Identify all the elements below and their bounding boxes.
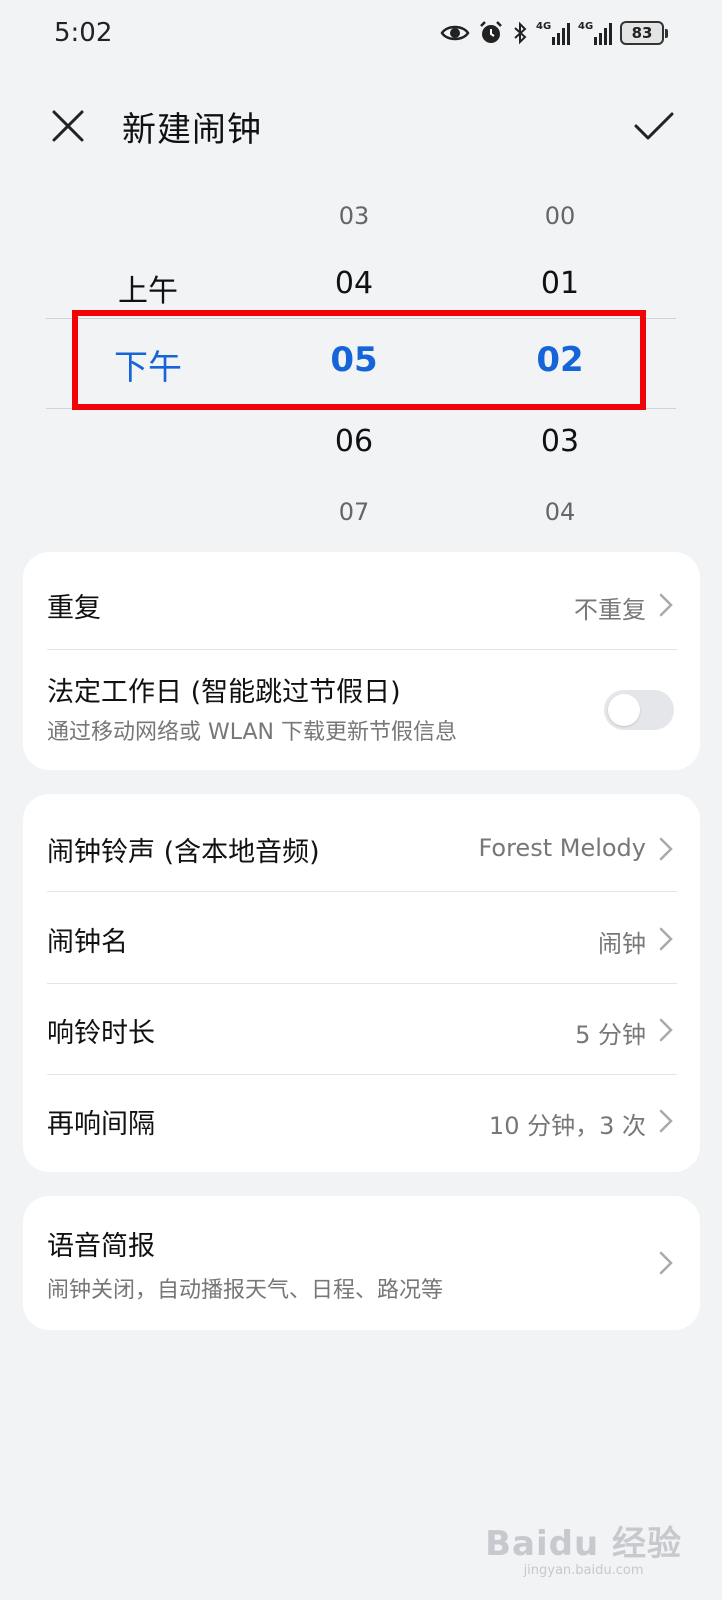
- ringtone-row[interactable]: 闹钟铃声 (含本地音频) Forest Melody: [23, 794, 700, 892]
- ringtone-label: 闹钟铃声 (含本地音频): [47, 837, 320, 868]
- repeat-settings-card: 重复 不重复 法定工作日 (智能跳过节假日) 通过移动网络或 WLAN 下载更新…: [23, 552, 700, 770]
- alarm-name-label: 闹钟名: [47, 927, 128, 958]
- alarm-details-card: 闹钟铃声 (含本地音频) Forest Melody 闹钟名 闹钟 响铃时长 5…: [23, 794, 700, 1172]
- chevron-right-icon: [659, 1109, 673, 1133]
- snooze-label: 再响间隔: [47, 1109, 155, 1140]
- baidu-watermark: Baidu 经验 jingyan.baidu.com: [485, 1516, 682, 1578]
- workday-label: 法定工作日 (智能跳过节假日): [47, 677, 401, 708]
- repeat-label: 重复: [47, 593, 101, 624]
- minute-option[interactable]: 03: [541, 424, 579, 459]
- chevron-right-icon: [659, 927, 673, 951]
- header: 新建闹钟: [0, 90, 722, 160]
- toggle-knob: [608, 694, 640, 726]
- chevron-right-icon: [659, 1018, 673, 1042]
- chevron-right-icon: [659, 1251, 673, 1275]
- hour-option[interactable]: 03: [339, 202, 370, 230]
- status-icons: 4G 4G 83: [440, 20, 668, 46]
- ring-duration-value: 5 分钟: [575, 1021, 646, 1049]
- network-type-label-2: 4G: [578, 21, 594, 32]
- alarm-name-value: 闹钟: [598, 930, 646, 958]
- workday-row: 法定工作日 (智能跳过节假日) 通过移动网络或 WLAN 下载更新节假信息: [23, 650, 700, 770]
- alarm-name-row[interactable]: 闹钟名 闹钟: [23, 892, 700, 983]
- ampm-option-am[interactable]: 上午: [118, 266, 178, 310]
- time-picker[interactable]: 上午 下午 03 04 05 06 07 00 01 02 03 04: [0, 190, 722, 540]
- eye-icon: [440, 25, 470, 41]
- minute-option[interactable]: 01: [541, 266, 579, 301]
- voice-briefing-label: 语音简报: [47, 1231, 155, 1262]
- ring-duration-label: 响铃时长: [47, 1018, 155, 1049]
- signal-icon-2: 4G: [578, 21, 612, 45]
- status-time: 5:02: [54, 18, 113, 48]
- watermark-logo: Baidu 经验: [485, 1524, 682, 1564]
- repeat-value: 不重复: [574, 596, 646, 624]
- minute-option[interactable]: 04: [545, 498, 576, 526]
- workday-toggle[interactable]: [604, 690, 674, 730]
- voice-briefing-subtitle: 闹钟关闭，自动播报天气、日程、路况等: [47, 1278, 444, 1303]
- battery-icon: 83: [620, 21, 668, 45]
- hour-option[interactable]: 07: [339, 498, 370, 526]
- status-bar: 5:02 4G 4G 83: [0, 0, 722, 70]
- voice-briefing-card: 语音简报 闹钟关闭，自动播报天气、日程、路况等: [23, 1196, 700, 1330]
- signal-icon: 4G: [536, 21, 570, 45]
- network-type-label: 4G: [536, 21, 552, 32]
- minute-option[interactable]: 00: [545, 202, 576, 230]
- bluetooth-icon: [514, 21, 527, 45]
- check-icon[interactable]: [632, 106, 676, 146]
- ringtone-value: Forest Melody: [478, 834, 646, 862]
- workday-subtitle: 通过移动网络或 WLAN 下载更新节假信息: [47, 720, 458, 745]
- chevron-right-icon: [659, 837, 673, 861]
- voice-briefing-row[interactable]: 语音简报 闹钟关闭，自动播报天气、日程、路况等: [23, 1196, 700, 1330]
- close-icon[interactable]: [48, 106, 88, 146]
- battery-level: 83: [620, 21, 664, 45]
- repeat-row[interactable]: 重复 不重复: [23, 552, 700, 650]
- snooze-row[interactable]: 再响间隔 10 分钟，3 次: [23, 1074, 700, 1172]
- snooze-value: 10 分钟，3 次: [488, 1112, 646, 1140]
- hour-option[interactable]: 06: [335, 424, 373, 459]
- watermark-url: jingyan.baidu.com: [523, 1563, 644, 1578]
- highlight-box: [72, 310, 646, 410]
- page-title: 新建闹钟: [122, 110, 262, 150]
- chevron-right-icon: [659, 593, 673, 617]
- ring-duration-row[interactable]: 响铃时长 5 分钟: [23, 983, 700, 1074]
- hour-option[interactable]: 04: [335, 266, 373, 301]
- alarm-icon: [480, 21, 502, 43]
